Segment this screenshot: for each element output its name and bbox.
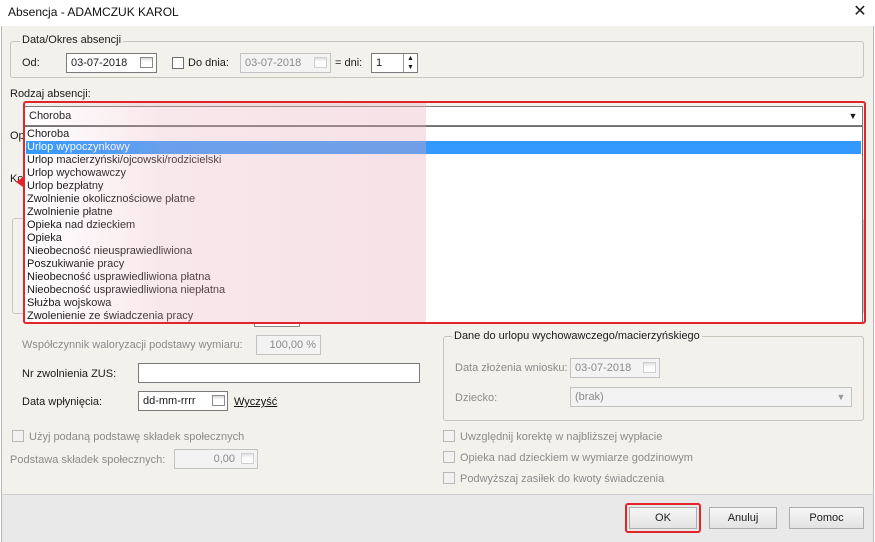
- zus-field[interactable]: [138, 363, 420, 383]
- raise-allowance-label: Podwyższaj zasiłek do kwoty świadczenia: [460, 473, 665, 485]
- child-select[interactable]: (brak): [570, 387, 852, 407]
- base-label: Podstawa składek społecznych:: [10, 454, 166, 466]
- calendar-icon[interactable]: [314, 57, 327, 68]
- childcare-legend: Dane do urlopu wychowawczego/macierzyńsk…: [452, 330, 702, 342]
- to-date-value: 03-07-2018: [245, 57, 302, 69]
- from-date-value: 03-07-2018: [71, 57, 128, 69]
- hourly-care-label: Opieka nad dzieckiem w wymiarze godzinow…: [460, 452, 693, 464]
- valorization-label: Współczynnik waloryzacji podstawy wymiar…: [22, 339, 243, 351]
- use-base-label: Użyj podaną podstawę składek społecznych: [29, 431, 245, 443]
- to-date-label: Do dnia:: [188, 57, 229, 69]
- close-icon[interactable]: ✕: [849, 1, 871, 23]
- child-label: Dziecko:: [455, 392, 498, 404]
- help-button[interactable]: Pomoc: [789, 507, 864, 529]
- window-title: Absencja - ADAMCZUK KAROL: [8, 5, 179, 19]
- receipt-date-label: Data wpłynięcia:: [22, 396, 103, 408]
- annotation-highlight: [23, 101, 866, 324]
- calendar-icon[interactable]: [212, 395, 225, 406]
- zus-label: Nr zwolnienia ZUS:: [22, 368, 117, 380]
- calculator-icon[interactable]: [241, 453, 254, 464]
- receipt-date-value: dd-mm-rrrr: [143, 395, 196, 407]
- annotation-arrow: [16, 177, 23, 187]
- from-label: Od:: [22, 57, 40, 69]
- annotation-highlight: [625, 503, 701, 533]
- spin-up-icon[interactable]: ▲: [403, 54, 417, 63]
- raise-allowance-checkbox[interactable]: [443, 472, 455, 484]
- cancel-button[interactable]: Anuluj: [709, 507, 777, 529]
- calendar-icon[interactable]: [643, 362, 656, 373]
- days-value: 1: [376, 57, 383, 69]
- valorization-field[interactable]: 100,00 %: [256, 335, 321, 355]
- absence-type-label: Rodzaj absencji:: [10, 88, 91, 100]
- request-date-label: Data złożenia wniosku:: [455, 362, 568, 374]
- calendar-icon[interactable]: [140, 57, 153, 68]
- clear-link[interactable]: Wyczyść: [234, 396, 277, 408]
- period-legend: Data/Okres absencji: [20, 34, 124, 46]
- child-value: (brak): [575, 391, 604, 403]
- valorization-value: 100,00 %: [269, 339, 316, 351]
- next-payroll-checkbox[interactable]: [443, 430, 455, 442]
- days-label: = dni:: [335, 57, 363, 69]
- hourly-care-checkbox[interactable]: [443, 451, 455, 463]
- childcare-group: [443, 336, 864, 421]
- to-date-checkbox[interactable]: [172, 57, 184, 69]
- spin-down-icon[interactable]: ▼: [403, 63, 417, 72]
- base-value: 0,00: [213, 453, 235, 465]
- request-date-value: 03-07-2018: [575, 362, 632, 374]
- use-base-checkbox[interactable]: [12, 430, 24, 442]
- next-payroll-label: Uwzględnij korektę w najbliższej wypłaci…: [460, 431, 663, 443]
- chevron-down-icon[interactable]: ▼: [834, 390, 848, 404]
